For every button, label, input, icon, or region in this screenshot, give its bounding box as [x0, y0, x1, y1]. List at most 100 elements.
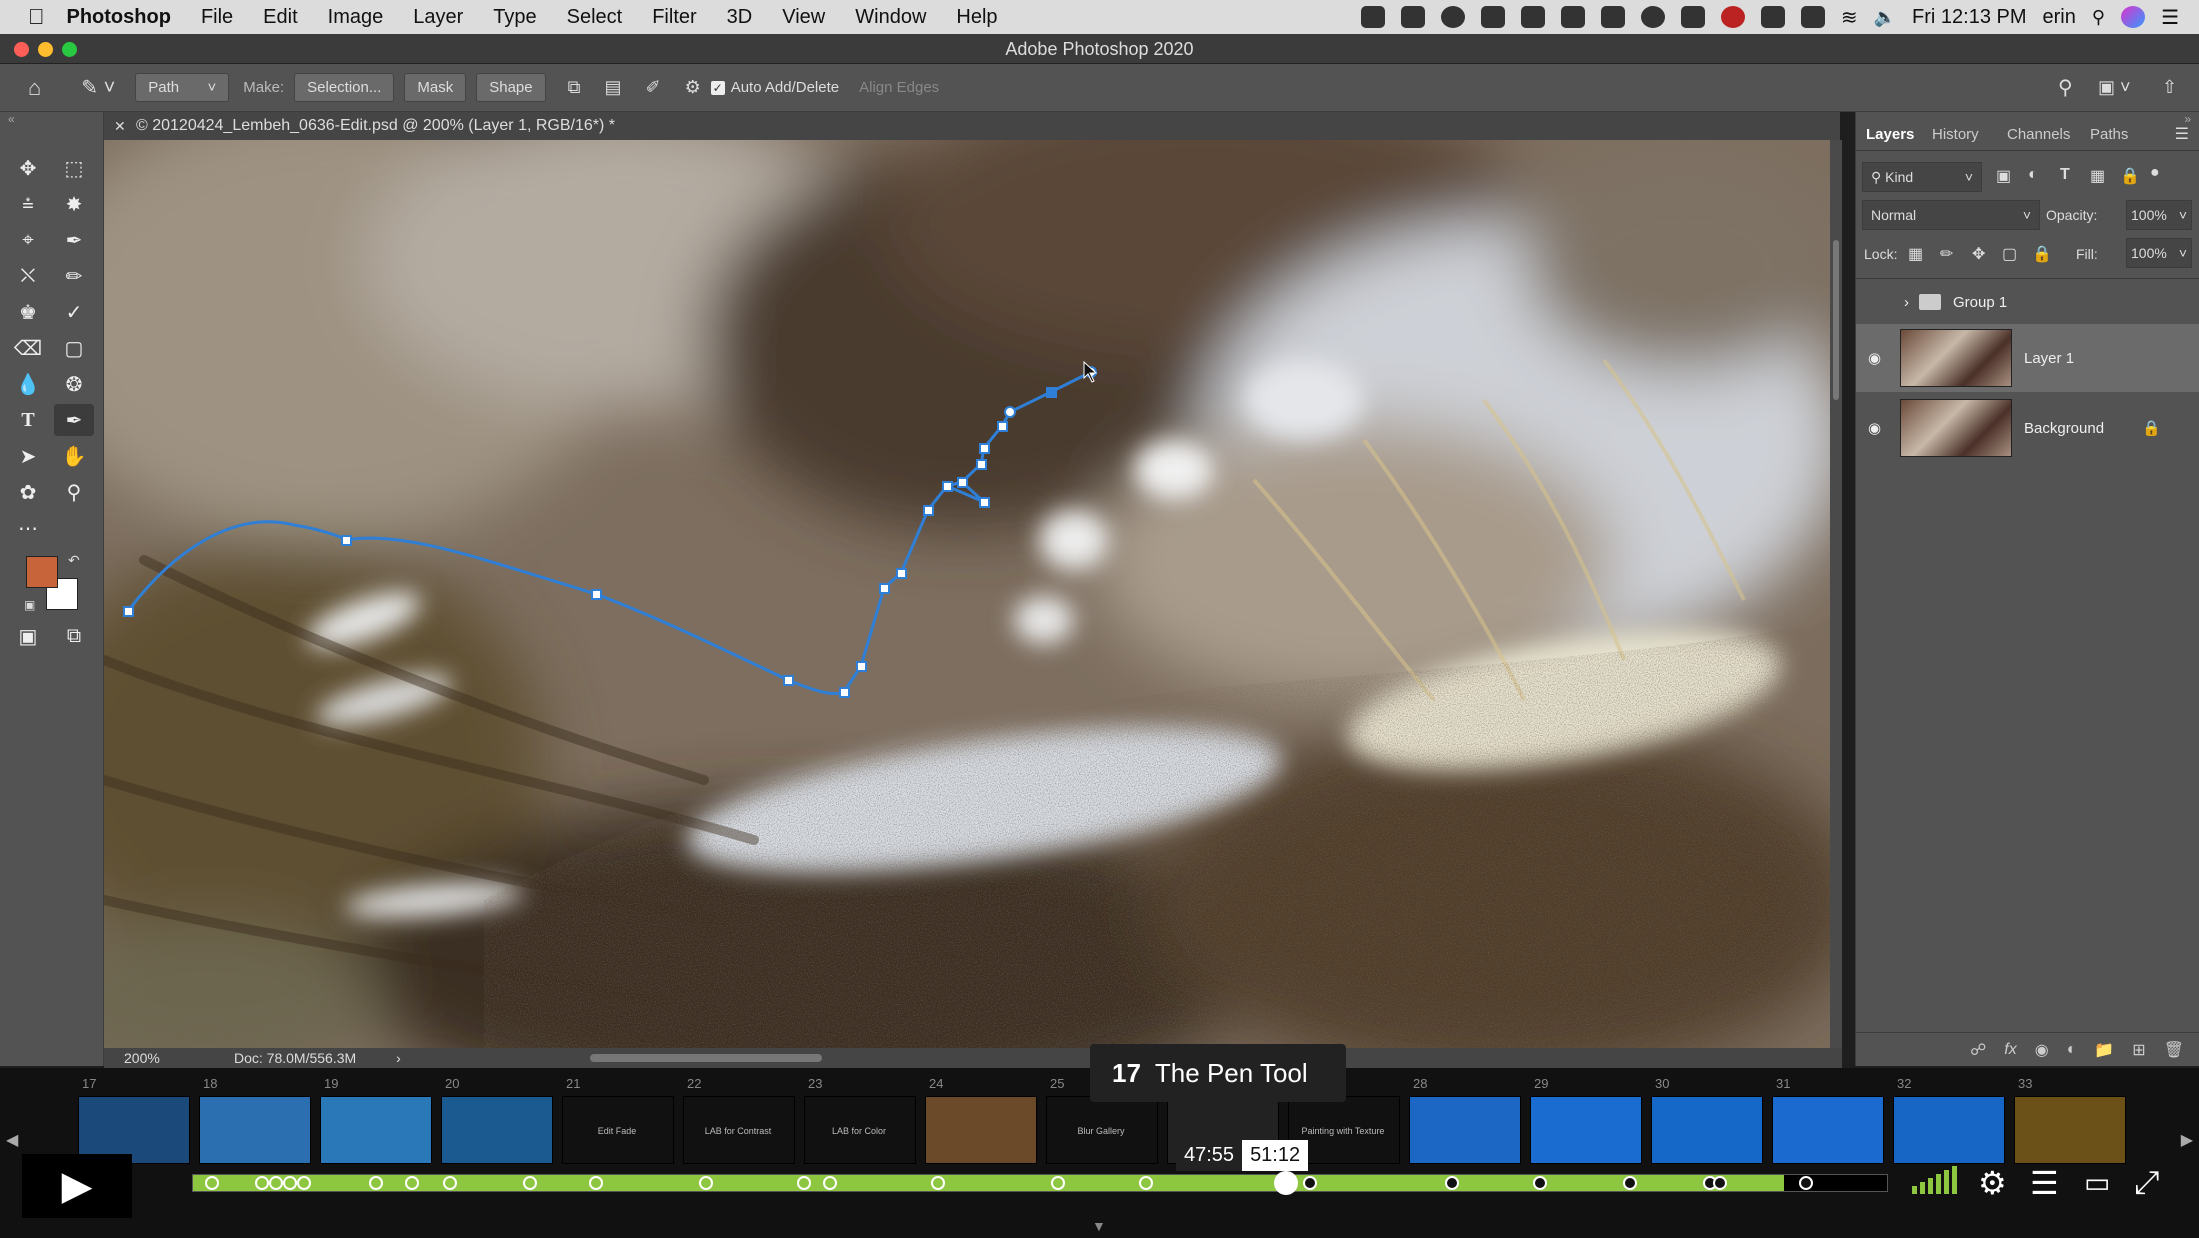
new-layer-icon[interactable]: ⊞ [2132, 1040, 2145, 1060]
menu-app-name[interactable]: Photoshop [67, 6, 171, 29]
mail-icon[interactable] [1480, 6, 1505, 28]
chapter-marker[interactable] [1139, 1176, 1153, 1190]
chapter-marker[interactable] [255, 1176, 269, 1190]
chapter-thumbnail[interactable] [1893, 1096, 2005, 1164]
next-frames-icon[interactable]: ▶ [2181, 1130, 2193, 1150]
arrow-icon[interactable] [1680, 6, 1705, 28]
vertical-scroll-thumb[interactable] [1833, 240, 1839, 400]
chapter-marker[interactable] [1713, 1176, 1727, 1190]
chapter-thumbnail[interactable] [199, 1096, 311, 1164]
hand-tool-icon[interactable]: ✋ [54, 440, 94, 472]
make-mask-button[interactable]: Mask [404, 73, 467, 102]
move-tool-icon[interactable]: ✥ [8, 152, 48, 184]
zoom-window-button[interactable] [62, 42, 77, 57]
anchor-points[interactable] [123, 366, 1097, 698]
quick-mask-icon[interactable]: ▣ [8, 620, 48, 652]
spotlight-icon[interactable]: ⚲ [2092, 7, 2105, 28]
gear-icon[interactable]: ⚙ [685, 77, 701, 98]
pen-tool-preset-icon[interactable]: ✎ ˅ [81, 75, 115, 100]
tab-layers[interactable]: Layers [1866, 126, 1914, 143]
chapter-marker[interactable] [283, 1176, 297, 1190]
expand-down-icon[interactable]: ▼ [1092, 1218, 1106, 1234]
pen-path[interactable] [104, 140, 1830, 1048]
eraser-tool-icon[interactable]: ⌫ [8, 332, 48, 364]
zoom-level[interactable]: 200% [124, 1050, 204, 1066]
status-expand-icon[interactable]: › [396, 1050, 401, 1066]
filter-adjustment-icon[interactable]: ◐ [2028, 166, 2038, 184]
lasso-tool-icon[interactable]: ⩮ [8, 188, 48, 220]
apple-icon[interactable]:  [28, 4, 45, 30]
history-brush-tool-icon[interactable]: ✓ [54, 296, 94, 328]
workspace-icon[interactable]: ▣ ˅ [2098, 77, 2131, 98]
share-icon[interactable]: ⇧ [2162, 77, 2177, 98]
layer-row-layer-1[interactable]: ◉ Layer 1 [1856, 324, 2199, 392]
add-mask-icon[interactable]: ◉ [2035, 1040, 2049, 1060]
chapter-marker[interactable] [823, 1176, 837, 1190]
collapse-panel-icon[interactable]: « [8, 112, 15, 126]
foreground-color-swatch[interactable] [26, 556, 58, 588]
settings-gear-icon[interactable]: ⚙ [1978, 1164, 2007, 1202]
layer-name[interactable]: Group 1 [1953, 294, 2007, 311]
chapter-marker[interactable] [931, 1176, 945, 1190]
visibility-eye-icon[interactable]: ◉ [1868, 349, 1881, 367]
chapter-marker[interactable] [1303, 1176, 1317, 1190]
gradient-tool-icon[interactable]: ▢ [54, 332, 94, 364]
chapter-marker[interactable] [589, 1176, 603, 1190]
chapter-marker[interactable] [443, 1176, 457, 1190]
adjustment-layer-icon[interactable]: ◐ [2067, 1041, 2077, 1059]
visibility-eye-icon[interactable]: ◉ [1868, 419, 1881, 437]
chapter-thumbnail[interactable] [925, 1096, 1037, 1164]
path-alignment-icon[interactable]: ▤ [604, 77, 621, 98]
siri-icon[interactable] [2121, 6, 2146, 28]
chapter-marker[interactable] [797, 1176, 811, 1190]
type-tool-icon[interactable]: T [8, 404, 48, 436]
chapter-marker[interactable] [205, 1176, 219, 1190]
horizontal-scroll-thumb[interactable] [590, 1054, 822, 1062]
info-icon[interactable] [1640, 6, 1665, 28]
chapter-thumbnail[interactable] [1409, 1096, 1521, 1164]
filter-shape-icon[interactable]: ▦ [2090, 166, 2105, 186]
new-group-icon[interactable]: 📁 [2094, 1040, 2114, 1060]
prev-frames-icon[interactable]: ◀ [6, 1130, 18, 1150]
volume-icon[interactable]: 🔈 [1874, 7, 1896, 28]
chapter-marker[interactable] [1445, 1176, 1459, 1190]
screen-mode-icon[interactable]: ⧉ [54, 620, 94, 652]
lock-artboard-icon[interactable]: ▢ [2002, 244, 2017, 264]
blend-mode-select[interactable]: Normal ˅ [1862, 200, 2040, 230]
scrub-handle[interactable] [1274, 1171, 1298, 1195]
airplay-icon[interactable] [1760, 6, 1785, 28]
camera-icon[interactable] [1600, 6, 1625, 28]
filter-pixel-icon[interactable]: ▣ [1996, 166, 2011, 186]
auto-add-delete-checkbox[interactable]: ✓ [710, 80, 725, 95]
chapter-marker[interactable] [369, 1176, 383, 1190]
expand-group-icon[interactable]: › [1904, 294, 1909, 311]
chapter-marker[interactable] [269, 1176, 283, 1190]
play-button[interactable]: ▶ [22, 1154, 132, 1218]
layer-filter-select[interactable]: ⚲ Kind ˅ [1862, 162, 1982, 192]
lock-position-icon[interactable]: ✥ [1972, 244, 1985, 264]
menu-type[interactable]: Type [493, 6, 536, 29]
menu-3d[interactable]: 3D [727, 6, 753, 29]
filter-smart-object-icon[interactable]: 🔒 [2120, 166, 2140, 186]
make-shape-button[interactable]: Shape [476, 73, 546, 102]
swap-colors-icon[interactable]: ↶ [68, 552, 80, 569]
close-window-button[interactable] [14, 42, 29, 57]
default-colors-icon[interactable]: ▣ [24, 598, 35, 612]
layer-row-background[interactable]: ◉ Background 🔒 [1856, 394, 2199, 462]
chapter-thumbnail[interactable] [441, 1096, 553, 1164]
path-operations-icon[interactable]: ⧉ [568, 77, 581, 98]
chapter-marker[interactable] [1799, 1176, 1813, 1190]
chapters-list-icon[interactable]: ☰ [2030, 1164, 2059, 1202]
dropbox-icon[interactable] [1560, 6, 1585, 28]
lock-transparent-icon[interactable]: ▦ [1908, 244, 1923, 264]
more-tools-icon[interactable]: ⋯ [8, 512, 48, 544]
password-icon[interactable] [1440, 6, 1465, 28]
document-tab[interactable]: ✕ © 20120424_Lembeh_0636-Edit.psd @ 200%… [104, 112, 1840, 140]
menu-window[interactable]: Window [855, 6, 926, 29]
menu-image[interactable]: Image [328, 6, 384, 29]
trash-icon[interactable]: 🗑 [2164, 1040, 2184, 1060]
airplay-icon[interactable]: ▭ [2084, 1166, 2110, 1199]
record-icon[interactable] [1720, 6, 1745, 28]
search-icon[interactable]: ⚲ [2058, 75, 2073, 100]
auto-add-delete-label[interactable]: Auto Add/Delete [731, 79, 839, 96]
